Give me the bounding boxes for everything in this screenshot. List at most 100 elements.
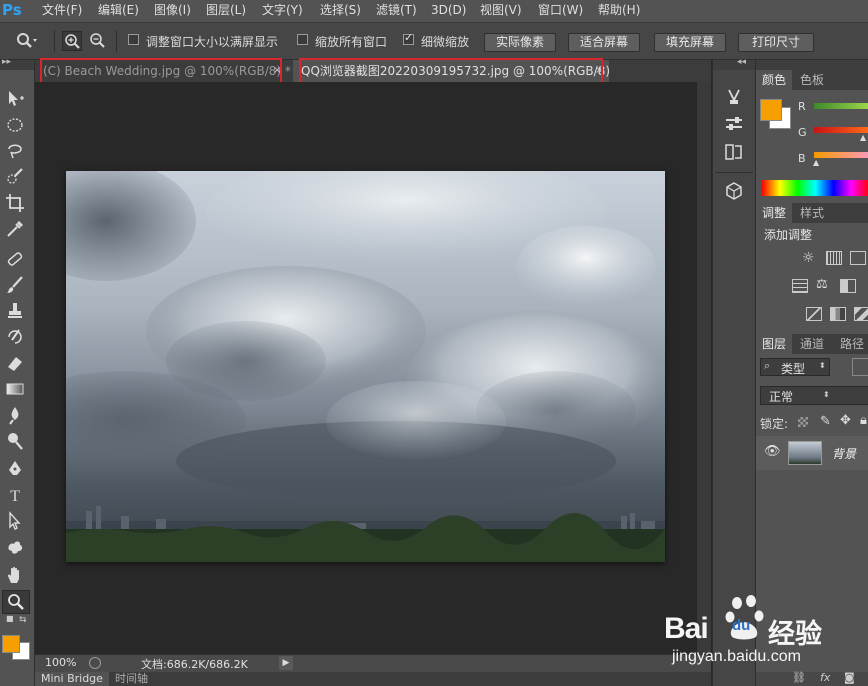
- history-brush-tool-icon[interactable]: [4, 326, 26, 348]
- 3d-panel-icon[interactable]: [723, 180, 745, 200]
- custom-shape-tool-icon[interactable]: [4, 536, 26, 558]
- tab-adjustments[interactable]: 调整: [756, 203, 793, 223]
- print-size-button[interactable]: 打印尺寸: [738, 33, 814, 52]
- tab-styles[interactable]: 样式: [794, 203, 830, 223]
- actual-pixels-button[interactable]: 实际像素: [484, 33, 556, 52]
- add-adjustment-title: 添加调整: [764, 228, 813, 242]
- menu-file[interactable]: 文件(F): [42, 0, 82, 22]
- menu-help[interactable]: 帮助(H): [598, 0, 640, 22]
- layer-filter-select[interactable]: ⌕ 类型 ⬍: [760, 358, 830, 376]
- zoom-all-windows-checkbox[interactable]: [297, 34, 308, 45]
- brush-tool-icon[interactable]: [4, 274, 26, 296]
- fit-screen-button[interactable]: 适合屏幕: [568, 33, 640, 52]
- tools-panel-header[interactable]: ▸▸: [0, 57, 34, 70]
- link-layers-icon[interactable]: ⛓: [792, 671, 806, 684]
- baidu-jingyan-watermark: Bai du 经验 jingyan.baidu.com: [664, 592, 868, 672]
- blue-slider-thumb[interactable]: ▲: [813, 158, 819, 167]
- zoom-tool-preset-icon[interactable]: [16, 32, 38, 50]
- foreground-color-swatch[interactable]: [2, 635, 20, 653]
- zoom-out-icon[interactable]: [88, 31, 108, 51]
- collapse-arrows-icon[interactable]: ◂◂: [737, 57, 746, 67]
- move-tool-icon[interactable]: [4, 88, 26, 110]
- menu-image[interactable]: 图像(I): [154, 0, 191, 22]
- healing-brush-tool-icon[interactable]: [4, 248, 26, 270]
- path-selection-tool-icon[interactable]: [4, 510, 26, 532]
- dodge-tool-icon[interactable]: [4, 430, 26, 452]
- vertical-scrollbar[interactable]: [697, 82, 711, 654]
- menu-edit[interactable]: 编辑(E): [98, 0, 139, 22]
- lasso-tool-icon[interactable]: [4, 140, 26, 162]
- tab-color[interactable]: 颜色: [756, 70, 793, 90]
- zoom-tool-icon[interactable]: [2, 590, 30, 614]
- menu-view[interactable]: 视图(V): [480, 0, 522, 22]
- options-bar: 调整窗口大小以满屏显示 缩放所有窗口 细微缩放 实际像素 适合屏幕 填充屏幕 打…: [0, 23, 868, 60]
- tab-channels[interactable]: 通道: [794, 334, 830, 354]
- lock-image-icon[interactable]: ✎: [820, 414, 831, 429]
- lock-transparent-icon[interactable]: [798, 417, 808, 427]
- crop-tool-icon[interactable]: [4, 192, 26, 214]
- type-tool-icon[interactable]: T: [4, 484, 26, 506]
- layer-row-background[interactable]: 👁︎ 背景: [756, 436, 868, 470]
- blur-tool-icon[interactable]: [4, 404, 26, 426]
- status-menu-arrow-icon[interactable]: ▶: [279, 656, 293, 670]
- filter-by-image-icon[interactable]: [852, 358, 868, 376]
- brush-settings-panel-icon[interactable]: [723, 114, 745, 134]
- zoom-level[interactable]: 100%: [45, 656, 76, 669]
- lock-all-icon[interactable]: 🔒︎: [860, 413, 867, 428]
- document-image-storm-clouds[interactable]: [66, 171, 665, 562]
- menu-type[interactable]: 文字(Y): [262, 0, 303, 22]
- menu-filter[interactable]: 滤镜(T): [376, 0, 417, 22]
- blue-slider[interactable]: [814, 152, 868, 158]
- gradient-map-icon[interactable]: [806, 307, 822, 321]
- color-balance-icon[interactable]: ⚖: [816, 277, 834, 293]
- levels-icon[interactable]: [826, 251, 842, 265]
- menu-select[interactable]: 选择(S): [320, 0, 361, 22]
- black-white-icon[interactable]: [840, 279, 856, 293]
- zoom-in-icon[interactable]: [62, 31, 82, 51]
- scrubby-zoom-checkbox[interactable]: [403, 31, 414, 45]
- posterize-icon[interactable]: [854, 307, 868, 321]
- share-icon[interactable]: [89, 657, 101, 669]
- red-slider[interactable]: [814, 103, 868, 109]
- green-slider-thumb[interactable]: ▲: [860, 133, 866, 142]
- tab-paths[interactable]: 路径: [834, 334, 868, 354]
- menu-layer[interactable]: 图层(L): [206, 0, 246, 22]
- hue-saturation-icon[interactable]: [792, 279, 808, 293]
- icon-column-header[interactable]: ◂◂: [713, 57, 755, 70]
- fill-screen-button[interactable]: 填充屏幕: [654, 33, 726, 52]
- layer-name[interactable]: 背景: [832, 445, 856, 462]
- brightness-contrast-icon[interactable]: ☼: [802, 250, 818, 266]
- eye-visibility-icon[interactable]: 👁︎: [764, 444, 781, 459]
- add-mask-icon[interactable]: ◙: [844, 671, 855, 684]
- panel-dock-header[interactable]: [756, 60, 868, 70]
- marquee-tool-icon[interactable]: [4, 114, 26, 136]
- color-spectrum-bar[interactable]: [762, 180, 868, 196]
- eyedropper-tool-icon[interactable]: [4, 218, 26, 240]
- tab-timeline[interactable]: 时间轴: [111, 672, 152, 686]
- blend-mode-select[interactable]: 正常 ⬍: [760, 386, 868, 405]
- panel-foreground-swatch[interactable]: [760, 99, 782, 121]
- tab-layers[interactable]: 图层: [756, 334, 793, 354]
- default-colors-icon[interactable]: ■: [6, 615, 14, 623]
- menu-window[interactable]: 窗口(W): [538, 0, 583, 22]
- swap-colors-icon[interactable]: ⇆: [19, 616, 29, 625]
- fx-icon[interactable]: fx: [820, 671, 830, 684]
- selective-color-icon[interactable]: [830, 307, 846, 321]
- gradient-tool-icon[interactable]: [4, 378, 26, 400]
- eraser-tool-icon[interactable]: [4, 352, 26, 374]
- history-panel-icon[interactable]: [723, 86, 745, 106]
- quick-selection-tool-icon[interactable]: [4, 166, 26, 188]
- lock-position-icon[interactable]: ✥: [840, 413, 851, 428]
- collapse-arrows-icon[interactable]: ▸▸: [2, 57, 11, 67]
- tab-swatches[interactable]: 色板: [794, 70, 830, 90]
- pen-tool-icon[interactable]: [4, 458, 26, 480]
- curves-icon[interactable]: [850, 251, 866, 265]
- hand-tool-icon[interactable]: [4, 564, 26, 586]
- clone-stamp-tool-icon[interactable]: [4, 300, 26, 322]
- tab-mini-bridge[interactable]: Mini Bridge: [35, 672, 109, 686]
- ps-logo: Ps: [2, 1, 22, 19]
- resize-windows-checkbox[interactable]: [128, 34, 139, 45]
- menu-3d[interactable]: 3D(D): [431, 0, 466, 22]
- clone-source-panel-icon[interactable]: [723, 142, 745, 162]
- status-bar: 100% 文档:686.2K/686.2K ▶: [35, 654, 711, 672]
